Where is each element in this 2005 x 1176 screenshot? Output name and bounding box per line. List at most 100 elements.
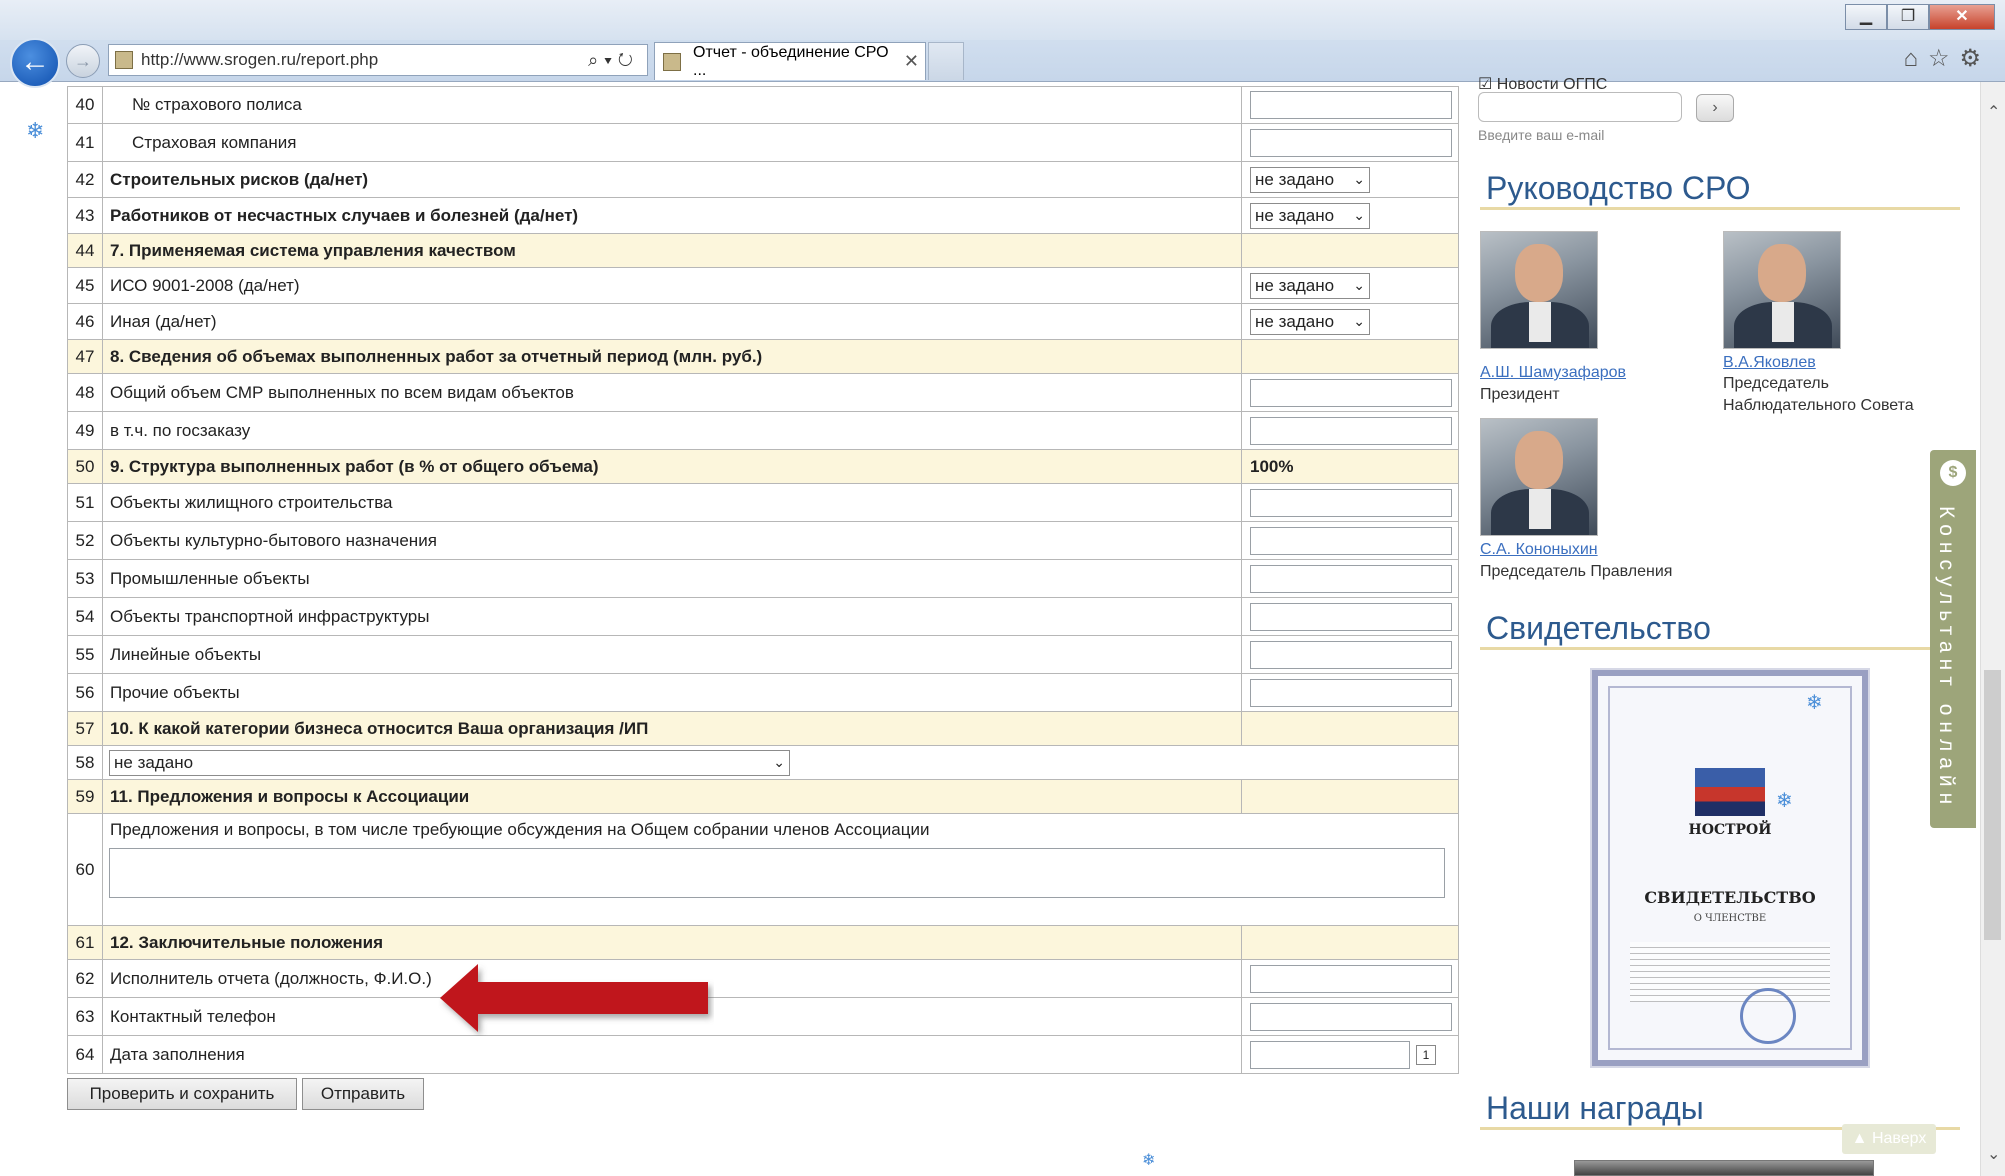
row-value-cell bbox=[1242, 412, 1458, 449]
row-number: 55 bbox=[68, 636, 103, 673]
news-checkbox-label[interactable]: ☑ Новости ОГПС bbox=[1478, 74, 1607, 94]
row-number: 46 bbox=[68, 304, 103, 339]
yes-no-select[interactable]: не задано ⌄ bbox=[1250, 202, 1370, 229]
subscribe-go-button[interactable]: › bbox=[1696, 94, 1734, 122]
forward-icon[interactable]: → bbox=[66, 44, 100, 78]
table-row: 41 Страховая компания bbox=[67, 124, 1459, 162]
chevron-down-icon: ⌄ bbox=[773, 754, 785, 770]
text-input[interactable] bbox=[1250, 564, 1452, 593]
certificate-heading: СВИДЕТЕЛЬСТВО bbox=[1644, 888, 1816, 907]
business-category-select[interactable]: не задано ⌄ bbox=[109, 749, 790, 776]
table-row: 60 Предложения и вопросы, в том числе тре… bbox=[67, 814, 1459, 926]
vertical-scrollbar[interactable]: ⌃ ⌄ bbox=[1980, 82, 2005, 1176]
yes-no-select[interactable]: не задано ⌄ bbox=[1250, 272, 1370, 299]
percent-total: 100% bbox=[1250, 456, 1294, 476]
scroll-up-icon[interactable]: ⌃ bbox=[1987, 102, 2000, 122]
table-row: 47 8. Сведения об объемах выполненных раб… bbox=[67, 340, 1459, 374]
row-number: 62 bbox=[68, 960, 103, 997]
row-number: 50 bbox=[68, 450, 103, 483]
row-label: Промышленные объекты bbox=[103, 560, 1242, 597]
date-field[interactable] bbox=[1250, 1040, 1410, 1069]
row-label: 12. Заключительные положения bbox=[103, 926, 1242, 959]
text-input[interactable] bbox=[1250, 526, 1452, 555]
text-input[interactable] bbox=[1250, 416, 1452, 445]
row-label: Объекты жилищного строительства bbox=[103, 484, 1242, 521]
select-value: не задано bbox=[1255, 205, 1335, 225]
certificate-sub: О ЧЛЕНСТВЕ bbox=[1693, 913, 1767, 924]
consultant-label: Консультант онлайн bbox=[1935, 506, 1958, 811]
certificate-image[interactable]: НОСТРОЙ СВИДЕТЕЛЬСТВО О ЧЛЕНСТВЕ bbox=[1590, 668, 1870, 1068]
text-input[interactable] bbox=[1250, 678, 1452, 707]
proposals-textarea[interactable] bbox=[109, 848, 1445, 898]
table-row: 49 в т.ч. по госзаказу bbox=[67, 412, 1459, 450]
send-button[interactable]: Отправить bbox=[302, 1078, 424, 1110]
new-tab-button[interactable] bbox=[928, 42, 964, 80]
text-input[interactable] bbox=[1250, 1002, 1452, 1031]
tab-close-icon[interactable]: ✕ bbox=[904, 51, 925, 72]
red-arrow-annotation bbox=[440, 964, 708, 1032]
row-value-cell bbox=[1242, 960, 1458, 997]
row-number: 63 bbox=[68, 998, 103, 1035]
dollar-icon: $ bbox=[1940, 460, 1966, 486]
text-input[interactable] bbox=[1250, 640, 1452, 669]
row-value-cell bbox=[1242, 340, 1458, 373]
supervisory-chair-photo bbox=[1723, 231, 1841, 349]
row-value-cell bbox=[1242, 124, 1458, 161]
select-value: не задано bbox=[1255, 169, 1335, 189]
back-icon[interactable]: ← bbox=[10, 38, 60, 88]
row-number: 60 bbox=[68, 814, 103, 925]
news-option-text: Новости ОГПС bbox=[1496, 76, 1608, 93]
text-input[interactable] bbox=[1250, 378, 1452, 407]
person-role-president: Президент bbox=[1480, 386, 1560, 403]
email-hint: Введите ваш e-mail bbox=[1478, 127, 1605, 143]
row-label: 8. Сведения об объемах выполненных работ… bbox=[103, 340, 1242, 373]
address-text[interactable]: http://www.srogen.ru/report.php bbox=[141, 50, 588, 70]
snowflake-icon: ❄ bbox=[26, 118, 45, 143]
text-input[interactable] bbox=[1250, 91, 1452, 119]
row-number: 45 bbox=[68, 268, 103, 303]
table-row: 55 Линейные объекты bbox=[67, 636, 1459, 674]
row-value-cell: 1 bbox=[1242, 1036, 1458, 1073]
minimize-button[interactable]: ▁ bbox=[1845, 4, 1887, 30]
email-input[interactable] bbox=[1478, 92, 1682, 122]
leadership-title: Руководство СРО bbox=[1480, 170, 1960, 210]
chevron-down-icon: ⌄ bbox=[1353, 313, 1365, 329]
check-save-button[interactable]: Проверить и сохранить bbox=[67, 1078, 297, 1110]
person-role-board: Председатель Правления bbox=[1480, 563, 1673, 580]
calendar-icon[interactable]: 1 bbox=[1416, 1044, 1436, 1065]
maximize-button[interactable]: ❐ bbox=[1887, 4, 1929, 30]
consultant-online-tab[interactable]: $ Консультант онлайн bbox=[1930, 450, 1976, 828]
scroll-top-button[interactable]: ▲ Наверх bbox=[1842, 1124, 1936, 1154]
yes-no-select[interactable]: не задано ⌄ bbox=[1250, 308, 1370, 335]
table-row: 63 Контактный телефон bbox=[67, 998, 1459, 1036]
tab-report[interactable]: Отчет - объединение СРО ... ✕ bbox=[654, 42, 926, 80]
close-button[interactable]: ✕ bbox=[1929, 4, 1995, 30]
row-value-cell bbox=[1242, 674, 1458, 711]
table-row: 48 Общий объем СМР выполненных по всем ви… bbox=[67, 374, 1459, 412]
scroll-down-icon[interactable]: ⌄ bbox=[1987, 1144, 2000, 1164]
row-number: 49 bbox=[68, 412, 103, 449]
row-number: 54 bbox=[68, 598, 103, 635]
select-value: не задано bbox=[1255, 275, 1335, 295]
row-number: 56 bbox=[68, 674, 103, 711]
person-link-president[interactable]: А.Ш. Шамузафаров bbox=[1480, 364, 1626, 382]
scrollbar-thumb[interactable] bbox=[1984, 670, 2001, 940]
row-label: в т.ч. по госзаказу bbox=[103, 412, 1242, 449]
address-bar[interactable]: http://www.srogen.ru/report.php ⌕▾↻ bbox=[108, 44, 648, 76]
row-value-cell bbox=[1242, 87, 1458, 123]
person-link-supervisory[interactable]: В.А.Яковлев bbox=[1723, 354, 1816, 372]
select-value: не задано bbox=[1255, 311, 1335, 331]
row-number: 57 bbox=[68, 712, 103, 745]
table-row: 46 Иная (да/нет) не задано ⌄ bbox=[67, 304, 1459, 340]
text-input[interactable] bbox=[1250, 964, 1452, 993]
yes-no-select[interactable]: не задано ⌄ bbox=[1250, 166, 1370, 193]
table-row: 54 Объекты транспортной инфраструктуры bbox=[67, 598, 1459, 636]
text-input[interactable] bbox=[1250, 488, 1452, 517]
text-input[interactable] bbox=[1250, 128, 1452, 157]
home-favorites-settings-icon[interactable]: ⌂☆⚙ bbox=[1903, 44, 1991, 73]
text-input[interactable] bbox=[1250, 602, 1452, 631]
search-refresh-icon[interactable]: ⌕▾↻ bbox=[588, 50, 647, 71]
table-row: 40 № страхового полиса bbox=[67, 86, 1459, 124]
person-link-board[interactable]: С.А. Кононыхин bbox=[1480, 541, 1598, 559]
proposals-label: Предложения и вопросы, в том числе требу… bbox=[110, 820, 930, 839]
